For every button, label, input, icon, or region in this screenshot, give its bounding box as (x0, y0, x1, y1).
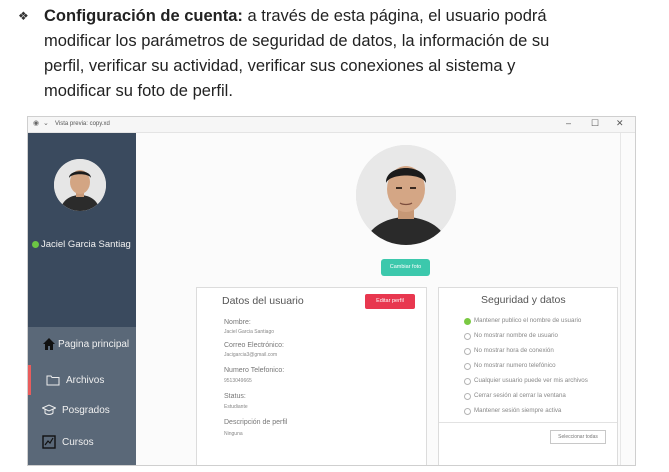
security-option-label: No mostrar hora de conexión (474, 347, 554, 354)
sidebar-user-name-text: Jaciel Garcia Santiag (41, 239, 131, 250)
sidebar-item-archivos[interactable]: Archivos (28, 365, 136, 397)
window-titlebar: ◉ ⌄ Vista previa: copy.xd – ☐ ✕ (28, 117, 635, 133)
folder-icon (46, 375, 60, 386)
paragraph-heading: Configuración de cuenta: (44, 7, 243, 25)
sidebar-item-label: Archivos (66, 375, 105, 386)
sidebar-avatar (54, 159, 106, 211)
online-status-icon (32, 241, 39, 248)
sidebar-item-pagina-principal[interactable]: Pagina principal (28, 329, 136, 361)
field-value-nombre: Jaciel Garcia Santiago (224, 329, 275, 335)
change-photo-button[interactable]: Cambiar foto (381, 259, 430, 276)
app-circle-icon: ◉ (33, 120, 40, 127)
window-title: Vista previa: copy.xd (55, 121, 110, 127)
field-label-nombre: Nombre: (224, 319, 251, 326)
radio-icon[interactable] (464, 348, 471, 355)
profile-person-icon (356, 145, 456, 245)
radio-icon[interactable] (464, 378, 471, 385)
sidebar-item-label: Posgrados (62, 405, 110, 416)
paragraph-line-4: modificar su foto de perfil. (44, 82, 233, 100)
user-panel-title: Datos del usuario (222, 295, 304, 307)
security-option-label: Cerrar sesión al cerrar la ventana (474, 392, 566, 399)
field-label-descripcion: Descripción de perfil (224, 419, 288, 426)
field-label-correo: Correo Electrónico: (224, 342, 284, 349)
sidebar-item-cursos[interactable]: Cursos (28, 427, 136, 459)
paragraph-line-3: perfil, verificar su actividad, verifica… (44, 57, 516, 75)
maximize-button[interactable]: ☐ (591, 118, 599, 129)
main-content: Cambiar foto Datos del usuario Editar pe… (136, 133, 635, 465)
security-option-label: No mostrar numero telefónico (474, 362, 556, 369)
user-data-panel: Datos del usuario Editar perfil Nombre: … (196, 287, 427, 465)
avatar-person-icon (54, 159, 106, 211)
radio-selected-icon[interactable] (464, 318, 471, 325)
security-divider (439, 422, 617, 423)
edit-profile-button[interactable]: Editar perfil (365, 294, 415, 309)
close-button[interactable]: ✕ (616, 118, 624, 129)
radio-icon[interactable] (464, 363, 471, 370)
profile-photo (356, 145, 456, 245)
field-value-correo: Jacigarcia3@gmail.com (224, 352, 278, 358)
radio-icon[interactable] (464, 408, 471, 415)
minimize-button[interactable]: – (566, 118, 571, 128)
bullet-diamond-icon: ❖ (18, 9, 29, 23)
security-option-label: Mantener publico el nombre de usuario (474, 317, 582, 324)
field-label-status: Status: (224, 393, 246, 400)
sidebar-user-name: Jaciel Garcia Santiag (32, 239, 131, 250)
sidebar: Jaciel Garcia Santiag Pagina principal A… (28, 133, 136, 465)
graduation-cap-icon (42, 404, 56, 415)
field-value-telefono: 9513049665 (224, 378, 252, 384)
select-all-button[interactable]: Seleccionar todas (550, 430, 606, 444)
sidebar-item-posgrados[interactable]: Posgrados (28, 395, 136, 427)
chevron-down-icon[interactable]: ⌄ (43, 119, 49, 127)
home-icon (43, 338, 55, 350)
paragraph-line-1: Configuración de cuenta: a través de est… (44, 4, 547, 28)
radio-icon[interactable] (464, 393, 471, 400)
sidebar-item-label: Pagina principal (58, 339, 130, 350)
field-value-status: Estudiante (224, 404, 248, 410)
security-panel: Seguridad y datos Mantener publico el no… (438, 287, 618, 465)
security-option-label: No mostrar nombre de usuario (474, 332, 558, 339)
chart-icon (42, 435, 56, 449)
app-screenshot: ◉ ⌄ Vista previa: copy.xd – ☐ ✕ Jaciel G… (27, 116, 636, 466)
security-option-label: Mantener sesión siempre activa (474, 407, 562, 414)
scrollbar-divider (620, 133, 621, 465)
field-label-telefono: Numero Telefonico: (224, 367, 285, 374)
sidebar-item-label: Cursos (62, 437, 94, 448)
field-value-descripcion: Ninguna (224, 431, 243, 437)
radio-icon[interactable] (464, 333, 471, 340)
paragraph-line-2: modificar los parámetros de seguridad de… (44, 32, 550, 50)
sidebar-menu: Pagina principal Archivos Posgrados Curs… (28, 327, 136, 465)
paragraph-line-1-text: a través de esta página, el usuario podr… (247, 7, 547, 25)
security-panel-title: Seguridad y datos (481, 294, 566, 306)
security-option-label: Cualquier usuario puede ver mis archivos (474, 377, 588, 384)
